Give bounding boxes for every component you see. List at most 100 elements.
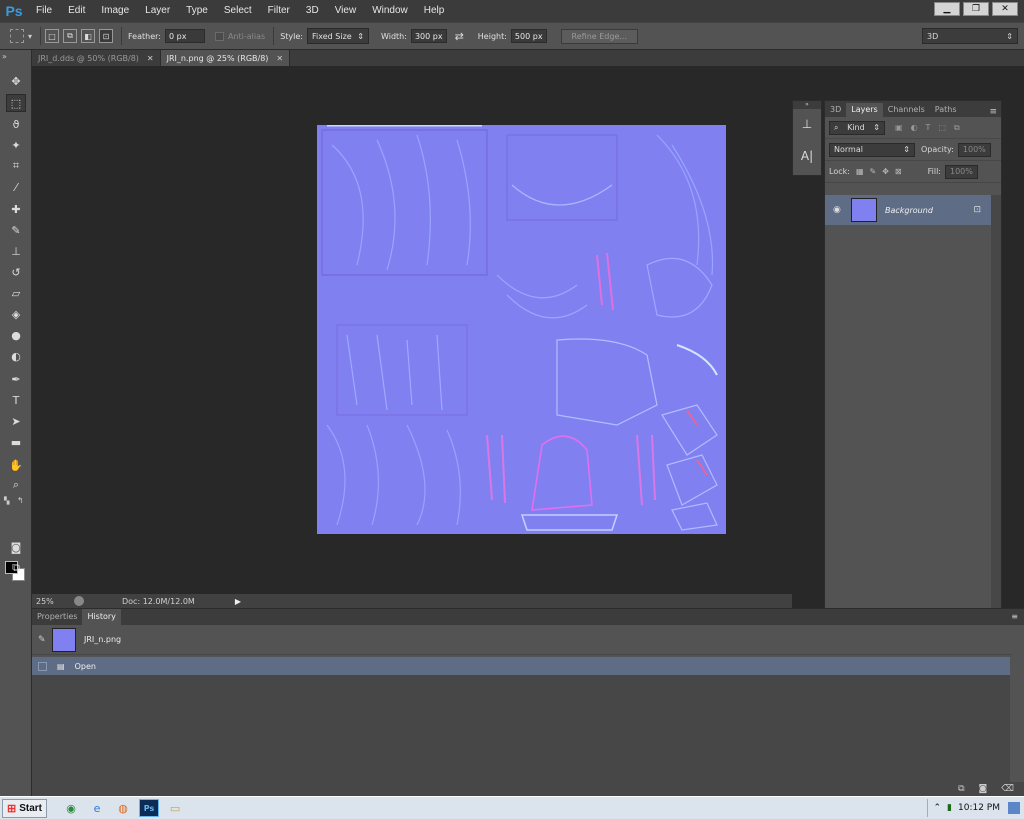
history-state-open[interactable]: ▤ Open: [32, 657, 1010, 675]
magic-wand-tool-icon[interactable]: ✦: [6, 136, 26, 154]
lock-all-icon[interactable]: ⊠: [895, 167, 902, 176]
lock-position-icon[interactable]: ✥: [882, 167, 889, 176]
photoshop-taskbar-icon[interactable]: Ps: [139, 799, 160, 817]
filter-smartobject-icon[interactable]: ⧉: [954, 123, 960, 133]
marquee-preset-icon[interactable]: [10, 29, 24, 43]
hand-tool-icon[interactable]: ✋: [6, 456, 26, 474]
quick-mask-icon[interactable]: ◙: [6, 538, 26, 556]
blend-mode-select[interactable]: Normal ⇕: [829, 142, 915, 157]
menu-image[interactable]: Image: [93, 0, 137, 22]
tab-paths[interactable]: Paths: [930, 103, 962, 117]
new-document-from-state-icon[interactable]: ⧉: [958, 784, 964, 794]
workspace-select[interactable]: 3D ⇕: [922, 28, 1018, 44]
panel-menu-icon[interactable]: ≡: [989, 107, 997, 117]
tool-presets-icon[interactable]: ⊥: [798, 117, 816, 135]
menu-help[interactable]: Help: [416, 0, 453, 22]
width-input[interactable]: 300 px: [410, 29, 447, 43]
new-selection-icon[interactable]: □: [45, 29, 60, 43]
panel-menu-icon[interactable]: ≡: [1011, 609, 1018, 625]
add-selection-icon[interactable]: ⧉: [63, 29, 78, 43]
layer-row-background[interactable]: ◉ Background ⊡: [825, 195, 991, 225]
filter-shape-icon[interactable]: ⬚: [938, 123, 946, 132]
lock-transparent-icon[interactable]: ▦: [856, 167, 864, 176]
type-tool-icon[interactable]: T: [6, 391, 26, 409]
zoom-tool-icon[interactable]: ⌕: [6, 476, 26, 494]
screen-mode-icon[interactable]: ⧉: [6, 559, 26, 577]
filter-adjustment-icon[interactable]: ◐: [911, 123, 918, 132]
expand-panels-icon[interactable]: »: [793, 101, 821, 109]
minimize-button[interactable]: ▁: [934, 2, 960, 16]
healing-brush-tool-icon[interactable]: ✚: [6, 200, 26, 218]
lasso-tool-icon[interactable]: ϑ: [6, 115, 26, 133]
close-tab-icon[interactable]: ✕: [276, 54, 283, 63]
move-tool-icon[interactable]: ✥: [6, 72, 26, 90]
firefox-icon[interactable]: ◍: [113, 799, 133, 817]
tab-jri-n[interactable]: JRI_n.png @ 25% (RGB/8) ✕: [160, 50, 291, 66]
filter-pixel-icon[interactable]: ▣: [895, 123, 903, 132]
clone-stamp-tool-icon[interactable]: ⊥: [6, 242, 26, 260]
menu-layer[interactable]: Layer: [137, 0, 178, 22]
close-button[interactable]: ✕: [992, 2, 1018, 16]
layer-name[interactable]: Background: [885, 206, 933, 215]
collapse-tools-icon[interactable]: »: [2, 52, 7, 61]
menu-file[interactable]: File: [28, 0, 60, 22]
crop-tool-icon[interactable]: ⌗: [6, 157, 26, 175]
new-snapshot-icon[interactable]: ◙: [979, 784, 988, 794]
history-brush-tool-icon[interactable]: ↺: [6, 263, 26, 281]
visibility-eye-icon[interactable]: ◉: [833, 205, 841, 215]
tab-channels[interactable]: Channels: [883, 103, 930, 117]
dodge-tool-icon[interactable]: ◐: [6, 347, 26, 365]
layers-scrollbar[interactable]: [991, 195, 1001, 625]
history-source-checkbox[interactable]: [38, 661, 47, 671]
character-panel-icon[interactable]: A|: [798, 149, 816, 167]
history-snapshot[interactable]: ✎ JRI_n.png: [32, 625, 1012, 655]
tray-expand-icon[interactable]: ⌃: [934, 803, 942, 813]
blur-tool-icon[interactable]: ●: [6, 326, 26, 344]
path-selection-tool-icon[interactable]: ➤: [6, 412, 26, 430]
eyedropper-tool-icon[interactable]: ⁄: [6, 178, 26, 196]
feather-input[interactable]: 0 px: [164, 29, 205, 43]
delete-state-icon[interactable]: ⌫: [1001, 784, 1014, 794]
tab-jri-d[interactable]: JRI_d.dds @ 50% (RGB/8) ✕: [32, 50, 161, 66]
tab-layers[interactable]: Layers: [846, 103, 883, 117]
rectangle-tool-icon[interactable]: ▬: [6, 433, 26, 451]
fill-input[interactable]: 100%: [945, 164, 978, 179]
normal-map-image[interactable]: [317, 125, 726, 534]
marquee-tool-icon[interactable]: ⬚: [6, 94, 26, 112]
menu-window[interactable]: Window: [364, 0, 416, 22]
restore-button[interactable]: ❐: [963, 2, 989, 16]
intersect-selection-icon[interactable]: ⊡: [99, 29, 114, 43]
menu-select[interactable]: Select: [216, 0, 260, 22]
start-button[interactable]: ⊞ Start: [2, 798, 48, 818]
paint-bucket-tool-icon[interactable]: ◈: [6, 305, 26, 323]
zoom-level[interactable]: 25%: [36, 597, 74, 606]
tab-history[interactable]: History: [82, 609, 121, 625]
status-menu-arrow-icon[interactable]: ▶: [235, 597, 241, 606]
filter-kind-select[interactable]: ⌕ Kind ⇕: [829, 120, 885, 135]
menu-type[interactable]: Type: [178, 0, 216, 22]
menu-filter[interactable]: Filter: [260, 0, 298, 22]
refine-edge-button[interactable]: Refine Edge...: [560, 28, 639, 44]
chrome-icon[interactable]: ◉: [61, 799, 81, 817]
opacity-input[interactable]: 100%: [957, 142, 991, 157]
network-icon[interactable]: ▮: [947, 803, 952, 813]
close-tab-icon[interactable]: ✕: [147, 54, 154, 63]
lock-image-icon[interactable]: ✎: [870, 167, 877, 176]
status-info-icon[interactable]: [74, 596, 84, 606]
clock[interactable]: 10:12 PM: [958, 803, 1000, 813]
menu-view[interactable]: View: [327, 0, 365, 22]
subtract-selection-icon[interactable]: ◧: [81, 29, 96, 43]
antialias-checkbox[interactable]: [214, 31, 224, 41]
swap-dimensions-icon[interactable]: ⇄: [455, 30, 464, 43]
height-input[interactable]: 500 px: [510, 29, 547, 43]
default-colors-icon[interactable]: ▚: [4, 497, 9, 505]
explorer-folder-icon[interactable]: ▭: [165, 799, 185, 817]
tab-properties[interactable]: Properties: [32, 609, 82, 625]
history-brush-source-icon[interactable]: ✎: [38, 635, 46, 645]
canvas-area[interactable]: [32, 66, 792, 594]
show-desktop-icon[interactable]: [1008, 802, 1020, 814]
filter-type-icon[interactable]: T: [926, 123, 931, 132]
preset-dropdown-icon[interactable]: ▾: [28, 32, 32, 41]
menu-edit[interactable]: Edit: [60, 0, 93, 22]
style-select[interactable]: Fixed Size ⇕: [307, 28, 369, 44]
